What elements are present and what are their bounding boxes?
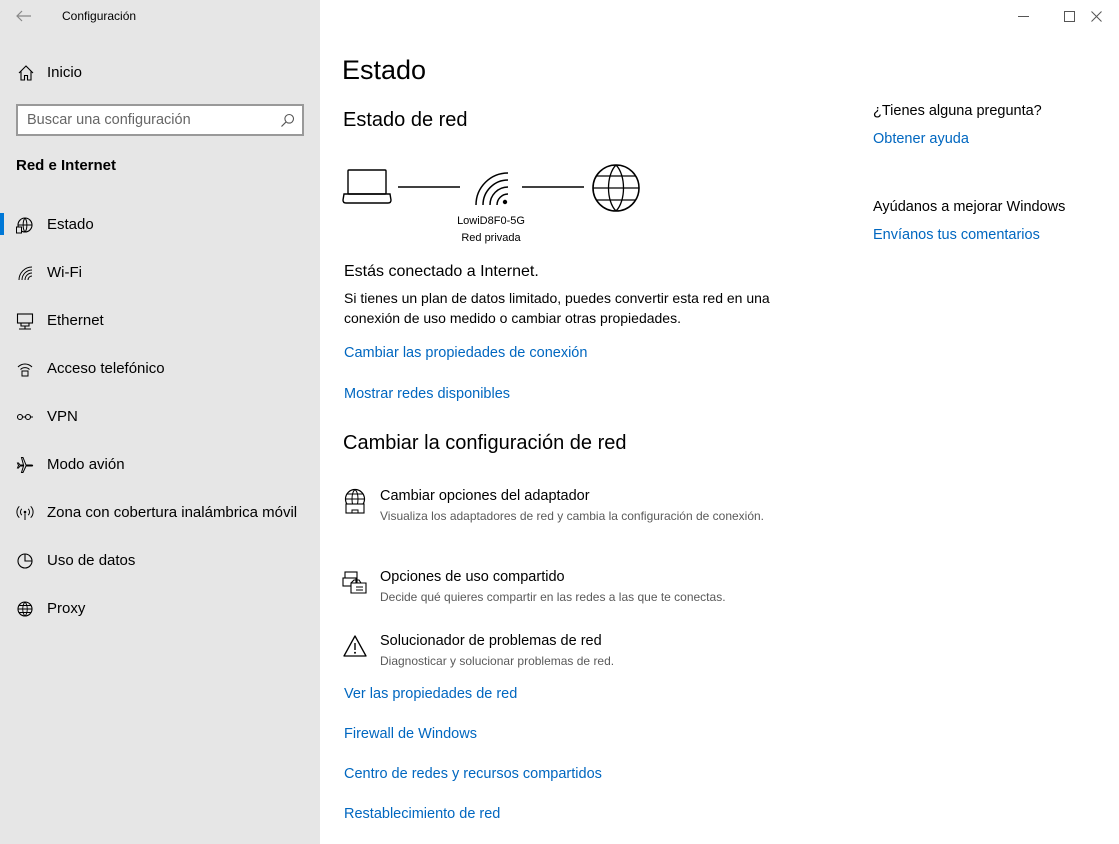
sidebar-item-label: Wi-Fi <box>47 264 82 281</box>
sidebar-item-vpn[interactable]: VPN <box>0 396 320 444</box>
home-nav-item[interactable]: Inicio <box>0 58 320 88</box>
home-icon <box>18 65 34 81</box>
sidebar-item-ethernet[interactable]: Ethernet <box>0 300 320 348</box>
improve-windows-label: Ayúdanos a mejorar Windows <box>873 199 1066 215</box>
title-bar-left: Configuración <box>0 0 320 32</box>
back-arrow-icon <box>16 10 31 22</box>
close-icon <box>1091 11 1102 22</box>
sidebar-item-uso-datos[interactable]: Uso de datos <box>0 540 320 588</box>
warning-icon <box>343 635 367 657</box>
network-status-heading: Estado de red <box>343 109 468 131</box>
section-title: Red e Internet <box>16 157 117 174</box>
network-name: LowiD8F0-5G <box>457 215 525 227</box>
get-help-link[interactable]: Obtener ayuda <box>873 131 969 147</box>
network-sharing-center-link[interactable]: Centro de redes y recursos compartidos <box>344 766 602 782</box>
app-title: Configuración <box>62 9 137 23</box>
question-label: ¿Tienes alguna pregunta? <box>873 103 1042 119</box>
change-adapter-options[interactable]: Cambiar opciones del adaptador Visualiza… <box>342 488 782 544</box>
search-box[interactable] <box>16 104 304 136</box>
option-description: Visualiza los adaptadores de red y cambi… <box>380 509 765 523</box>
network-troubleshooter[interactable]: Solucionador de problemas de red Diagnos… <box>342 633 782 673</box>
search-icon[interactable] <box>280 113 295 128</box>
home-label: Inicio <box>47 64 83 81</box>
connection-description: Si tienes un plan de datos limitado, pue… <box>344 290 770 326</box>
sidebar-item-proxy[interactable]: Proxy <box>0 588 320 636</box>
sidebar-item-label: Proxy <box>47 600 86 617</box>
back-button[interactable] <box>14 6 36 26</box>
change-connection-properties-link[interactable]: Cambiar las propiedades de conexión <box>344 345 587 361</box>
sidebar-item-label: Uso de datos <box>47 552 136 569</box>
windows-firewall-link[interactable]: Firewall de Windows <box>344 726 477 742</box>
sidebar: Configuración Inicio Red e Internet Esta… <box>0 0 320 844</box>
globe-icon <box>17 601 33 617</box>
option-description: Diagnosticar y solucionar problemas de r… <box>380 654 615 668</box>
laptop-icon <box>342 169 392 204</box>
option-title: Solucionador de problemas de red <box>380 633 602 649</box>
hotspot-icon <box>16 505 34 520</box>
network-reset-link[interactable]: Restablecimiento de red <box>344 806 500 822</box>
sidebar-item-acceso-telefonico[interactable]: Acceso telefónico <box>0 348 320 396</box>
internet-globe-icon <box>592 164 640 212</box>
data-usage-icon <box>17 553 33 569</box>
page-title: Estado <box>342 55 427 85</box>
show-available-networks-link[interactable]: Mostrar redes disponibles <box>344 386 510 402</box>
send-feedback-link[interactable]: Envíanos tus comentarios <box>873 227 1040 243</box>
search-input[interactable] <box>18 106 268 134</box>
network-type: Red privada <box>461 232 521 244</box>
vpn-icon <box>16 413 33 421</box>
ethernet-icon <box>16 313 34 330</box>
sidebar-item-label: Ethernet <box>47 312 104 329</box>
sidebar-item-label: VPN <box>47 408 78 425</box>
sharing-options[interactable]: Opciones de uso compartido Decide qué qu… <box>342 569 782 609</box>
sidebar-item-zona-cobertura[interactable]: Zona con cobertura inalámbrica móvil <box>0 492 320 540</box>
minimize-icon <box>1018 16 1029 17</box>
status-icon <box>16 217 33 234</box>
sidebar-item-label: Zona con cobertura inalámbrica móvil <box>47 504 298 521</box>
sharing-icon <box>342 571 367 594</box>
minimize-button[interactable] <box>1000 0 1046 32</box>
sidebar-item-modo-avion[interactable]: Modo avión <box>0 444 320 492</box>
sidebar-nav: Estado Wi-Fi Ethernet Acceso telefónico <box>0 204 320 636</box>
sidebar-item-label: Modo avión <box>47 456 125 473</box>
sidebar-item-label: Acceso telefónico <box>47 360 165 377</box>
change-network-settings-heading: Cambiar la configuración de red <box>343 432 627 454</box>
close-button[interactable] <box>1073 0 1119 32</box>
view-network-properties-link[interactable]: Ver las propiedades de red <box>344 686 517 702</box>
option-title: Cambiar opciones del adaptador <box>380 488 590 504</box>
network-info: LowiD8F0-5G Red privada <box>440 213 542 247</box>
sidebar-item-estado[interactable]: Estado <box>0 204 320 252</box>
adapter-globe-icon <box>344 488 366 514</box>
connection-status-text: Estás conectado a Internet. <box>344 263 539 280</box>
option-title: Opciones de uso compartido <box>380 569 565 585</box>
airplane-icon <box>16 457 34 473</box>
option-description: Decide qué quieres compartir en las rede… <box>380 590 726 604</box>
wifi-icon <box>18 266 33 281</box>
sidebar-item-label: Estado <box>47 216 94 233</box>
dialup-icon <box>17 363 33 377</box>
wifi-signal-icon <box>475 172 509 206</box>
sidebar-item-wifi[interactable]: Wi-Fi <box>0 252 320 300</box>
